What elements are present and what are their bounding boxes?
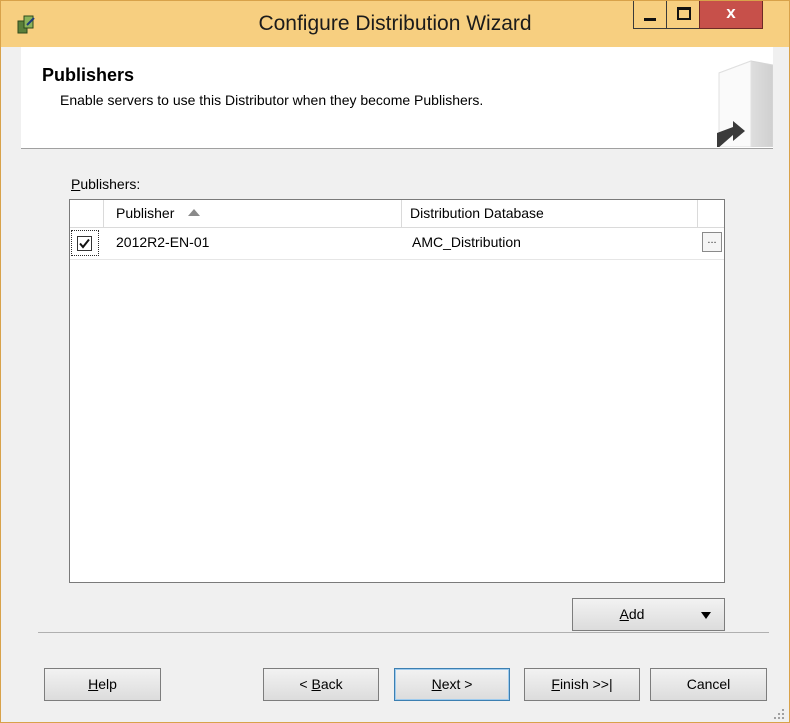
- minimize-icon: [644, 18, 656, 21]
- footer-divider: [38, 632, 769, 633]
- add-button[interactable]: Add: [572, 598, 725, 631]
- table-row[interactable]: 2012R2-EN-01 AMC_Distribution ...: [70, 228, 724, 260]
- distribution-db-cell[interactable]: AMC_Distribution: [412, 234, 521, 250]
- add-button-label: Add: [619, 606, 645, 622]
- publisher-enabled-cell[interactable]: [71, 230, 99, 256]
- close-button[interactable]: x: [699, 1, 763, 29]
- publisher-name-cell: 2012R2-EN-01: [116, 234, 210, 250]
- dropdown-caret-icon: [701, 612, 711, 619]
- page-title: Publishers: [42, 65, 135, 85]
- back-button[interactable]: < Back: [263, 668, 379, 701]
- cancel-button[interactable]: Cancel: [650, 668, 767, 701]
- resize-grip-icon[interactable]: [773, 708, 785, 720]
- sort-ascending-icon: [188, 209, 201, 216]
- page-subtitle: Enable servers to use this Distributor w…: [60, 92, 484, 108]
- maximize-button[interactable]: [666, 1, 700, 29]
- help-button[interactable]: Help: [44, 668, 161, 701]
- close-icon: x: [726, 3, 736, 22]
- publishers-grid[interactable]: Publisher Distribution Database 2012R2-E…: [69, 199, 725, 583]
- server-arrow-icon: [717, 60, 773, 147]
- wizard-window: Configure Distribution Wizard x Publishe…: [0, 0, 790, 723]
- browse-column-header: [698, 200, 724, 228]
- checkbox-checked-icon: [79, 238, 90, 249]
- publishers-label: Publishers:: [71, 176, 141, 192]
- distribution-db-column-header[interactable]: Distribution Database: [402, 200, 698, 228]
- wizard-header: Publishers Enable servers to use this Di…: [21, 47, 773, 149]
- title-bar[interactable]: Configure Distribution Wizard x: [1, 1, 789, 47]
- maximize-icon: [677, 7, 691, 20]
- publisher-column-header[interactable]: Publisher: [104, 200, 402, 228]
- next-button[interactable]: Next >: [394, 668, 510, 701]
- browse-db-button[interactable]: ...: [702, 232, 722, 252]
- wizard-content: Publishers: Publisher Distribution Datab…: [21, 149, 773, 723]
- publisher-column-label: Publisher: [116, 205, 175, 221]
- minimize-button[interactable]: [633, 1, 667, 29]
- distribution-db-column-label: Distribution Database: [410, 205, 544, 221]
- publisher-enabled-checkbox[interactable]: [77, 236, 92, 251]
- finish-button[interactable]: Finish >>|: [524, 668, 640, 701]
- select-column-header: [70, 200, 104, 228]
